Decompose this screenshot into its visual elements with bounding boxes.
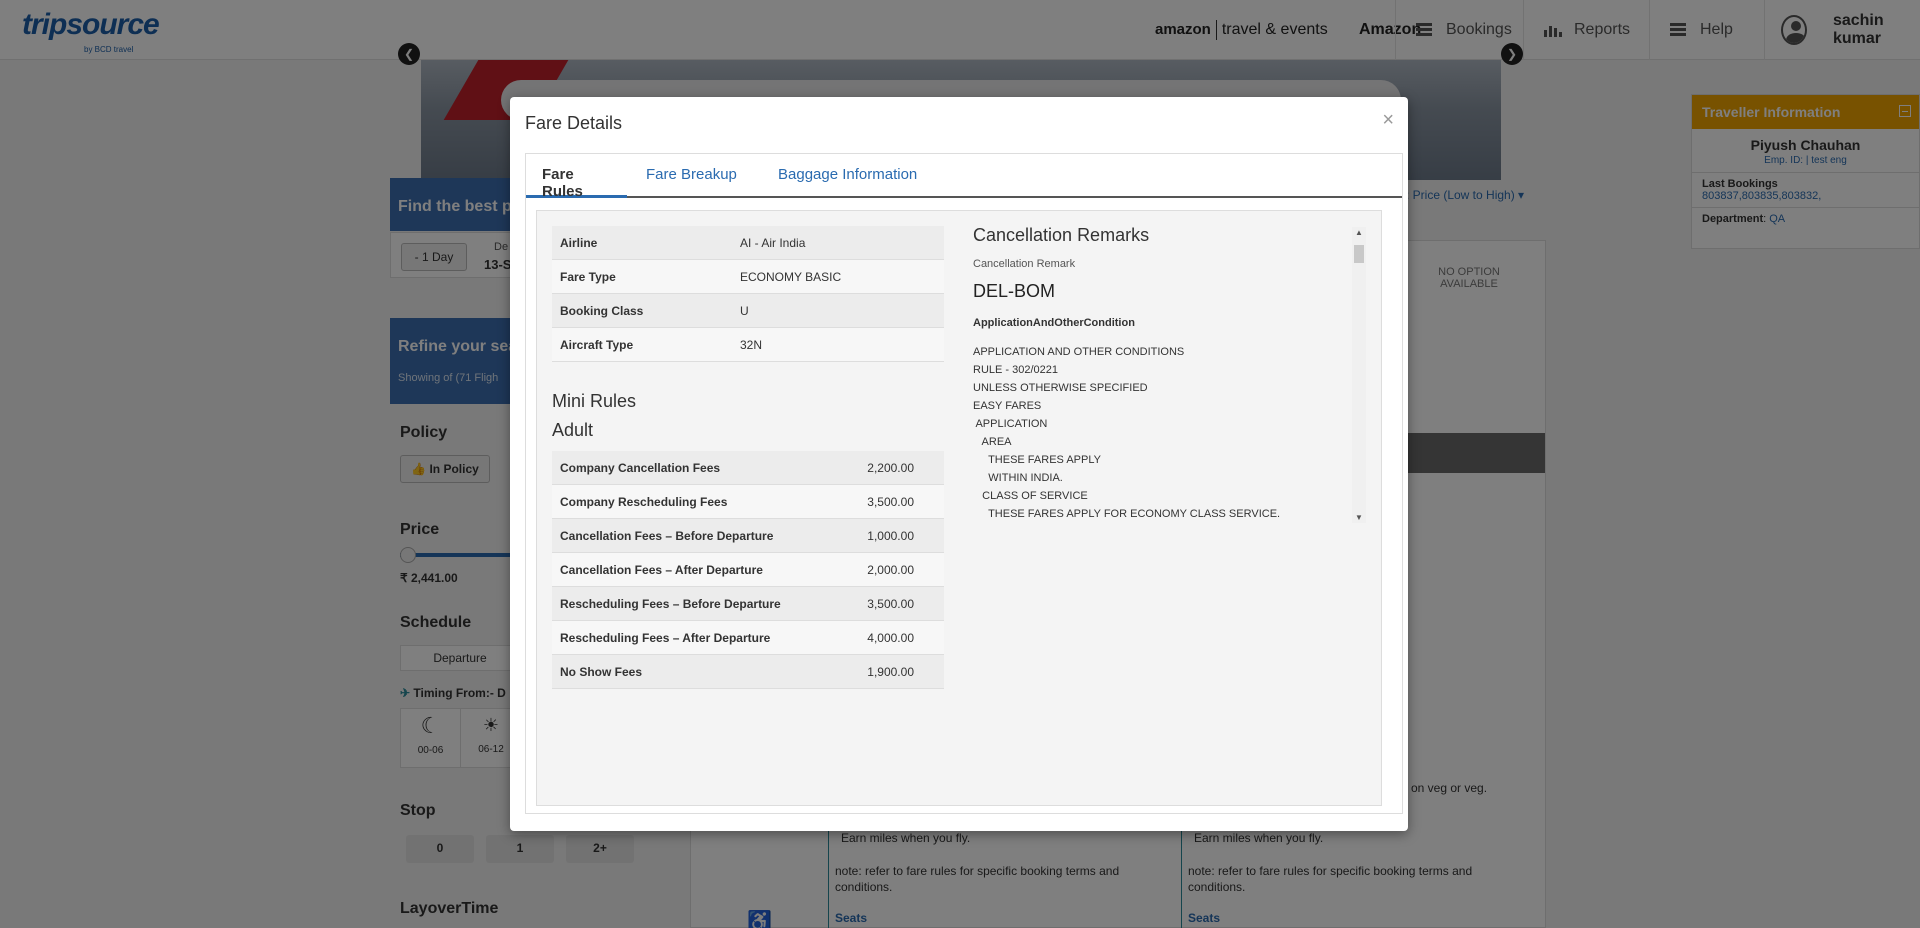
- row-value: 3,500.00: [867, 494, 914, 509]
- remarks-text: APPLICATION AND OTHER CONDITIONS RULE - …: [973, 346, 1281, 520]
- scroll-down-icon[interactable]: ▼: [1355, 513, 1363, 522]
- scroll-up-icon[interactable]: ▲: [1355, 228, 1363, 237]
- scroll-thumb[interactable]: [1354, 245, 1364, 263]
- remarks-title: Cancellation Remarks: [973, 225, 1150, 245]
- cancellation-remarks: Cancellation Remarks Cancellation Remark…: [973, 225, 1373, 535]
- row-label: Company Cancellation Fees: [560, 460, 721, 475]
- remarks-scrollbar[interactable]: ▲ ▼: [1352, 227, 1366, 523]
- row-label: Cancellation Fees – After Departure: [560, 562, 763, 577]
- row-label: Company Rescheduling Fees: [560, 494, 728, 509]
- row-label: Cancellation Fees – Before Departure: [560, 528, 774, 543]
- row-value: U: [740, 303, 749, 318]
- row-label: Rescheduling Fees – Before Departure: [560, 596, 781, 611]
- table-row: Cancellation Fees – Before Departure 1,00…: [552, 519, 944, 553]
- row-value: 1,000.00: [867, 528, 914, 543]
- row-label: Booking Class: [560, 303, 644, 318]
- table-row: Rescheduling Fees – Before Departure 3,50…: [552, 587, 944, 621]
- row-value: ECONOMY BASIC: [740, 269, 842, 284]
- fees-table: Company Cancellation Fees 2,200.00 Company…: [552, 451, 944, 689]
- row-label: Fare Type: [560, 269, 616, 284]
- remarks-subtitle: Cancellation Remark: [973, 258, 1076, 270]
- modal-title: Fare Details: [525, 113, 623, 133]
- table-row: Company Cancellation Fees 2,200.00: [552, 451, 944, 485]
- row-value: 4,000.00: [867, 630, 914, 645]
- tab-fare-breakup[interactable]: Fare Breakup: [630, 154, 753, 198]
- row-value: 2,000.00: [867, 562, 914, 577]
- fare-details-modal: Fare Details × Fare Rules Fare Breakup B…: [510, 97, 1408, 831]
- fare-info-table: Airline AI - Air India Fare Type ECONOMY BA…: [552, 226, 944, 362]
- table-row: Aircraft Type 32N: [552, 328, 944, 362]
- row-label: Aircraft Type: [560, 337, 634, 352]
- tab-fare-rules[interactable]: Fare Rules: [526, 154, 627, 200]
- mini-rules-heading: Mini Rules: [552, 391, 637, 411]
- fare-rules-content: Airline AI - Air India Fare Type ECONOMY BA…: [536, 210, 1382, 806]
- row-value: 32N: [740, 337, 763, 352]
- tab-baggage-information[interactable]: Baggage Information: [762, 154, 933, 198]
- adult-heading: Adult: [552, 420, 594, 440]
- row-label: Rescheduling Fees – After Departure: [560, 630, 771, 645]
- remarks-section: ApplicationAndOtherCondition: [973, 317, 1135, 329]
- table-row: Fare Type ECONOMY BASIC: [552, 260, 944, 294]
- tab-bar: Fare Rules Fare Breakup Baggage Informat…: [526, 154, 1402, 200]
- row-value: 3,500.00: [867, 596, 914, 611]
- row-label: No Show Fees: [560, 664, 643, 679]
- table-row: No Show Fees 1,900.00: [552, 655, 944, 689]
- table-row: Cancellation Fees – After Departure 2,000…: [552, 553, 944, 587]
- tabs-container: Fare Rules Fare Breakup Baggage Informat…: [525, 153, 1403, 814]
- close-icon[interactable]: ×: [1382, 109, 1394, 132]
- row-value: 2,200.00: [867, 460, 914, 475]
- table-row: Company Rescheduling Fees 3,500.00: [552, 485, 944, 519]
- table-row: Airline AI - Air India: [552, 226, 944, 260]
- remarks-route: DEL-BOM: [973, 281, 1056, 301]
- table-row: Rescheduling Fees – After Departure 4,000…: [552, 621, 944, 655]
- row-value: AI - Air India: [740, 235, 806, 250]
- table-row: Booking Class U: [552, 294, 944, 328]
- row-label: Airline: [560, 235, 598, 250]
- row-value: 1,900.00: [867, 664, 914, 679]
